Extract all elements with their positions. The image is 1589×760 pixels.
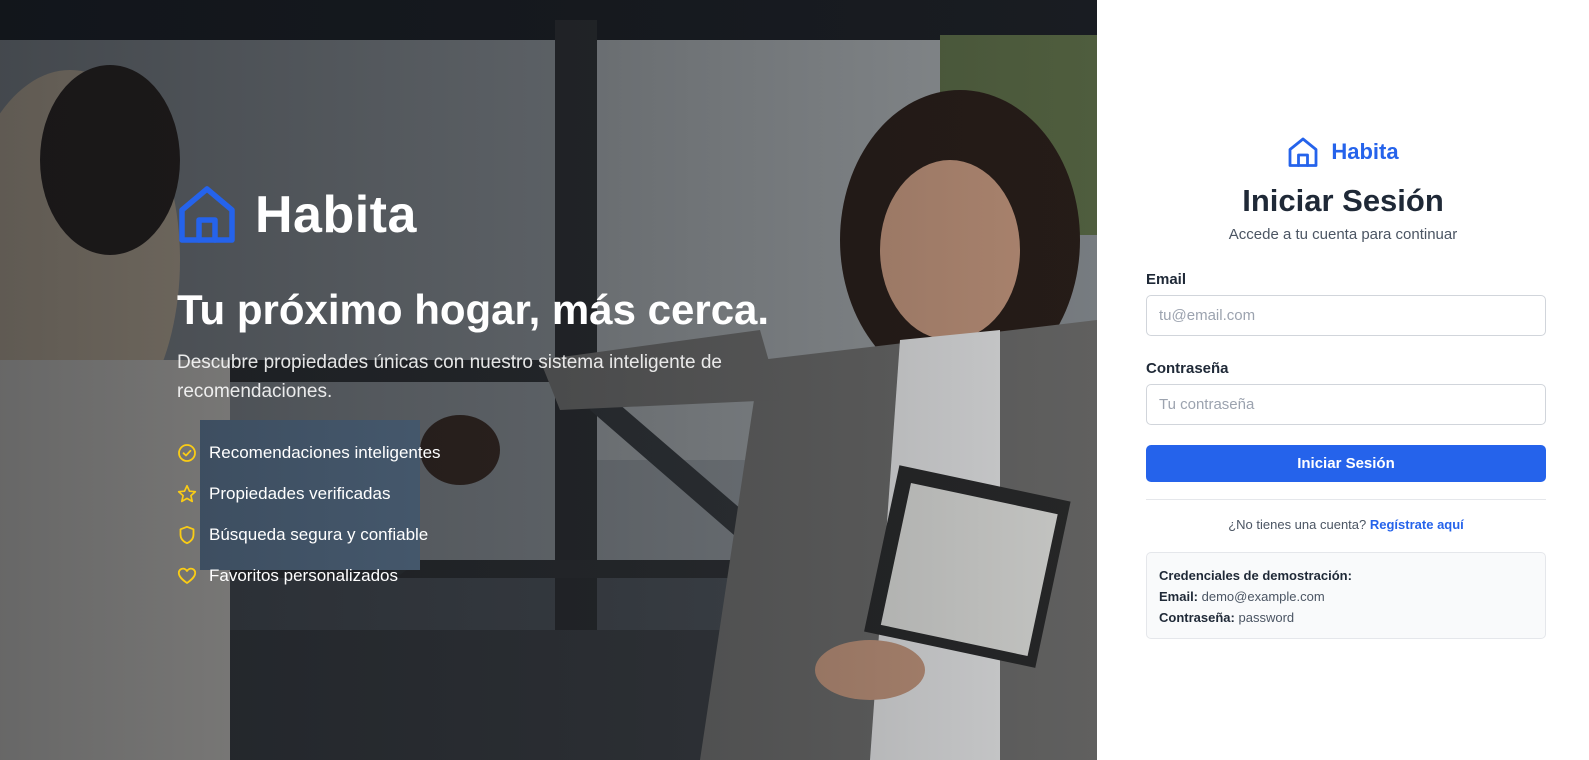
check-circle-icon: [178, 443, 196, 462]
register-row: ¿No tienes una cuenta? Regístrate aquí: [1146, 517, 1546, 535]
hero-brand: Habita: [177, 180, 817, 250]
demo-heading: Credenciales de demostración:: [1159, 568, 1352, 583]
divider: [1146, 499, 1546, 500]
login-panel: Habita Iniciar Sesión Accede a tu cuenta…: [1097, 0, 1589, 760]
feature-item: Recomendaciones inteligentes: [177, 432, 817, 473]
feature-label: Favoritos personalizados: [209, 565, 398, 585]
login-form: Email Contraseña Iniciar Sesión ¿No tien…: [1146, 270, 1546, 639]
feature-label: Recomendaciones inteligentes: [209, 442, 441, 462]
feature-item: Favoritos personalizados: [177, 555, 817, 596]
hero-content: Habita Tu próximo hogar, más cerca. Desc…: [177, 180, 817, 596]
shield-icon: [179, 525, 195, 544]
demo-email-value: demo@example.com: [1201, 589, 1325, 604]
password-field[interactable]: [1146, 384, 1546, 425]
feature-item: Propiedades verificadas: [177, 473, 817, 514]
feature-label: Propiedades verificadas: [209, 483, 391, 503]
panel-brand-name: Habita: [1331, 139, 1399, 164]
demo-credentials-box: Credenciales de demostración: Email: dem…: [1146, 552, 1546, 639]
email-label: Email: [1146, 271, 1187, 288]
password-label: Contraseña: [1146, 360, 1229, 377]
hero-subheadline: Descubre propiedades únicas con nuestro …: [177, 352, 722, 402]
demo-email-row: Email: demo@example.com: [1159, 586, 1533, 607]
hero-panel: Habita Tu próximo hogar, más cerca. Desc…: [0, 0, 1097, 760]
feature-item: Búsqueda segura y confiable: [177, 514, 817, 555]
register-prompt: ¿No tienes una cuenta?: [1228, 517, 1367, 532]
login-subtitle: Accede a tu cuenta para continuar: [1228, 226, 1458, 243]
house-logo-icon: [179, 186, 235, 243]
hero-headline: Tu próximo hogar, más cerca.: [177, 286, 770, 333]
demo-password-row: Contraseña: password: [1159, 607, 1533, 628]
demo-password-label: Contraseña:: [1159, 610, 1235, 625]
demo-password-value: password: [1238, 610, 1295, 625]
login-title: Iniciar Sesión: [1242, 183, 1444, 218]
house-logo-icon: [1288, 137, 1318, 167]
feature-label: Búsqueda segura y confiable: [209, 524, 429, 544]
panel-brand: Habita: [1097, 135, 1589, 169]
feature-list: Recomendaciones inteligentes Propiedades…: [177, 432, 817, 596]
login-button[interactable]: Iniciar Sesión: [1146, 445, 1546, 482]
heart-icon: [177, 567, 197, 584]
register-link[interactable]: Regístrate aquí: [1370, 517, 1464, 532]
star-icon: [177, 484, 197, 502]
demo-email-label: Email:: [1159, 589, 1199, 604]
hero-brand-name: Habita: [255, 186, 417, 244]
email-field[interactable]: [1146, 295, 1546, 336]
